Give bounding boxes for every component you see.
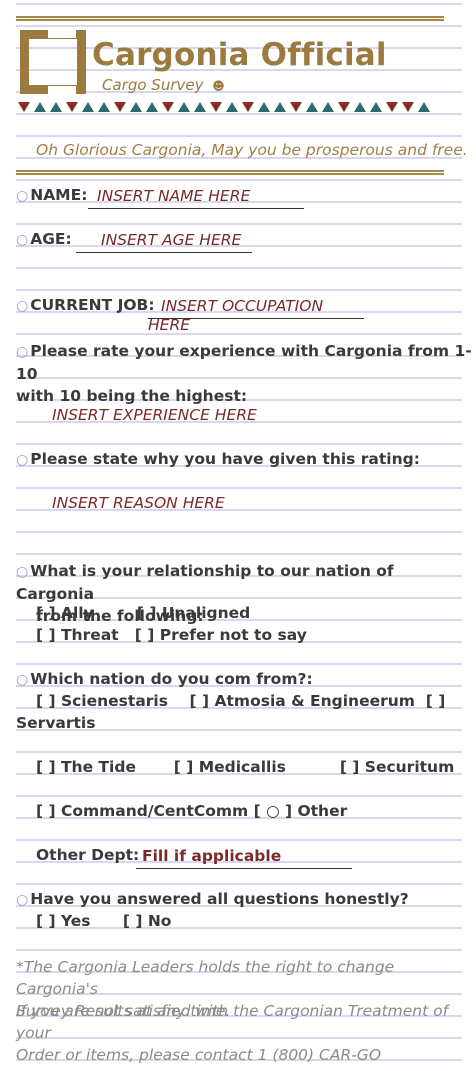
header-bottom-divider [16,170,444,175]
header-top-divider [16,16,444,21]
other-dept-field[interactable]: Fill if applicable [136,846,352,869]
age-value: INSERT AGE HERE [101,231,242,249]
nation-options-row3[interactable]: [ ] Command/CentComm [ ○ ] Other [36,802,347,820]
honesty-question: ○ Have you answered all questions honestl… [16,890,409,908]
motto: Oh Glorious Cargonia, May you be prosper… [36,141,468,159]
page-subtitle: Cargo Survey ☻ [102,76,225,94]
nation-options-row1[interactable]: [ ] Scienestaris [ ] Atmosia & Engineeru… [36,692,445,710]
relationship-options-row2[interactable]: [ ] Threat [ ] Prefer not to say [36,626,307,644]
name-label: ○ NAME: [16,186,88,204]
rating-question: ○ Please rate your experience with Cargon… [16,342,472,405]
reason-question: ○ Please state why you have given this ra… [16,450,420,468]
job-label: ○ CURRENT JOB: [16,296,155,314]
name-value: INSERT NAME HERE [97,187,251,205]
job-value: INSERT OCCUPATION HERE [148,297,324,334]
logo-notch-bottom [48,86,76,94]
smiley-icon: ☻ [212,79,225,93]
name-field[interactable]: INSERT NAME HERE [88,186,304,209]
honesty-options[interactable]: [ ] Yes [ ] No [36,912,171,930]
other-dept-label: Other Dept: [36,846,140,864]
decorative-triangle-border [18,102,448,114]
age-label: ○ AGE: [16,230,72,248]
other-dept-value: Fill if applicable [142,847,282,865]
job-field[interactable]: INSERT OCCUPATION HERE [148,296,364,334]
page-title: Cargonia Official [92,37,387,73]
cargonia-logo [20,30,86,94]
relationship-options-row1[interactable]: [ ] Ally [ ] Unaligned [36,604,250,622]
logo-notch-top [48,30,76,38]
reason-field[interactable]: INSERT REASON HERE [52,494,225,512]
nation-options-row2[interactable]: [ ] The Tide [ ] Medicallis [ ] Securitu… [36,758,454,776]
rating-field[interactable]: INSERT EXPERIENCE HERE [52,406,257,424]
nation-question: ○ Which nation do you com from?: [16,670,313,688]
contact-note: If you are not satisfied with the Cargon… [16,1002,449,1064]
age-field[interactable]: INSERT AGE HERE [76,230,252,253]
nation-options-row1-cont[interactable]: Servartis [16,714,95,732]
